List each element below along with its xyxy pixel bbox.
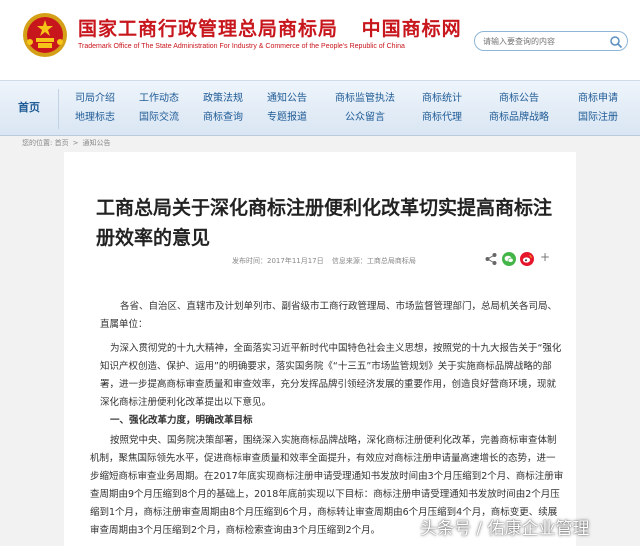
nav-item-work-news[interactable]: 工作动态: [136, 89, 182, 108]
site-header: 国家工商行政管理总局商标局 中国商标网 Trademark Office of …: [0, 0, 640, 80]
article-paragraph: 各省、自治区、直辖市及计划单列市、副省级市工商行政管理局、市场监督管理部门，总局…: [100, 301, 558, 330]
article-source: 信息来源：工商总局商标局: [331, 257, 416, 265]
breadcrumb-label: 您的位置:: [22, 139, 53, 147]
nav-item-special-reports[interactable]: 专题报道: [264, 108, 310, 127]
nav-item-bureau-intro[interactable]: 司局介绍: [72, 89, 118, 108]
nav-item-brand-strategy[interactable]: 商标品牌战略: [488, 108, 550, 127]
nav-column: 司局介绍 地理标志: [72, 89, 118, 127]
site-title-main: 国家工商行政管理总局商标局: [78, 18, 339, 40]
nav-item-international-registration[interactable]: 国际注册: [574, 108, 622, 127]
nav-divider: [58, 89, 59, 129]
nav-column: 商标公告 商标品牌战略: [488, 89, 550, 127]
nav-column: 商标监管执法 公众留言: [330, 89, 400, 127]
nav-home[interactable]: 首页: [18, 99, 40, 115]
nav-column: 政策法规 商标查询: [200, 89, 246, 127]
main-nav: 首页 司局介绍 地理标志 工作动态 国际交流 政策法规 商标查询 通知公告 专题…: [0, 80, 640, 136]
nav-item-international-exchange[interactable]: 国际交流: [136, 108, 182, 127]
search-box: [474, 31, 628, 51]
wechat-icon[interactable]: [502, 252, 516, 266]
nav-item-enforcement[interactable]: 商标监管执法: [330, 89, 400, 108]
article-paragraph: 为深入贯彻党的十九大精神，全面落实习近平新时代中国特色社会主义思想，按照党的十九…: [100, 343, 562, 408]
nav-item-statistics[interactable]: 商标统计: [418, 89, 466, 108]
watermark-text: 头条号 / 佑康企业管理: [420, 519, 590, 539]
national-emblem-icon[interactable]: [22, 12, 68, 58]
breadcrumb-home[interactable]: 首页: [55, 139, 69, 147]
nav-column: 通知公告 专题报道: [264, 89, 310, 127]
search-icon[interactable]: [609, 35, 623, 49]
nav-column: 商标申请 国际注册: [574, 89, 622, 127]
weibo-icon[interactable]: [520, 252, 534, 266]
site-subtitle-en: Trademark Office of The State Administra…: [78, 43, 405, 50]
nav-column: 商标统计 商标代理: [418, 89, 466, 127]
site-title[interactable]: 国家工商行政管理总局商标局 中国商标网: [78, 14, 462, 41]
site-title-sub: 中国商标网: [361, 18, 462, 40]
breadcrumb-arrow: >: [72, 139, 79, 147]
nav-item-application[interactable]: 商标申请: [574, 89, 622, 108]
nav-item-trademark-search[interactable]: 商标查询: [200, 108, 246, 127]
article-title: 工商总局关于深化商标注册便利化改革切实提高商标注册效率的意见: [96, 197, 553, 249]
nav-item-announcements[interactable]: 商标公告: [488, 89, 550, 108]
more-share-icon[interactable]: +: [540, 250, 550, 264]
search-input[interactable]: [483, 34, 603, 48]
breadcrumb: 您的位置: 首页 > 通知公告: [22, 138, 110, 148]
breadcrumb-current[interactable]: 通知公告: [82, 139, 110, 147]
nav-column: 工作动态 国际交流: [136, 89, 182, 127]
nav-item-policies[interactable]: 政策法规: [200, 89, 246, 108]
nav-item-agency[interactable]: 商标代理: [418, 108, 466, 127]
article-meta: 发布时间：2017年11月17日 信息来源：工商总局商标局: [232, 256, 422, 266]
nav-item-geographic-indication[interactable]: 地理标志: [72, 108, 118, 127]
nav-item-public-messages[interactable]: 公众留言: [330, 108, 400, 127]
article-section-heading: 一、强化改革力度，明确改革目标: [110, 415, 253, 426]
nav-item-notices[interactable]: 通知公告: [264, 89, 310, 108]
share-icon[interactable]: [484, 252, 498, 266]
article-date: 发布时间：2017年11月17日: [232, 257, 324, 265]
